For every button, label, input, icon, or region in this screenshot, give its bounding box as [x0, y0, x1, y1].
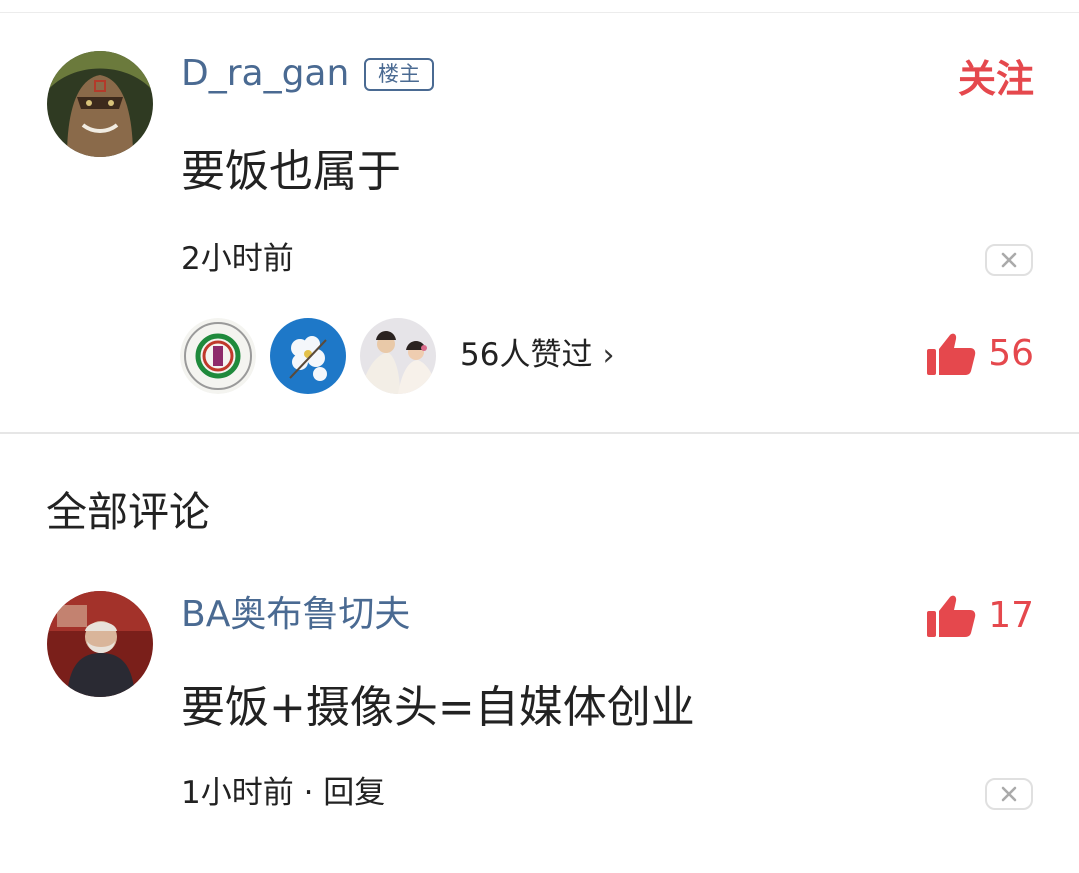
post-timestamp: 2小时前 [181, 241, 294, 277]
post-username[interactable]: D_ra_gan [181, 56, 349, 92]
thumbs-up-icon [927, 333, 976, 375]
comment-dismiss-button[interactable] [985, 778, 1033, 810]
liker-avatar[interactable] [270, 318, 346, 394]
avatar[interactable] [47, 51, 153, 157]
comment-avatar[interactable] [47, 591, 153, 697]
comment-content: 要饭+摄像头=自媒体创业 [181, 682, 695, 733]
post-like-button[interactable]: 56 [926, 332, 1034, 376]
chevron-right-icon: › [602, 338, 615, 373]
likes-summary-label: 56人赞过 [460, 337, 593, 373]
comment-like-button[interactable]: 17 [926, 594, 1034, 638]
liker-avatar[interactable] [180, 318, 256, 394]
thumbs-up-icon [927, 595, 976, 637]
comment-username[interactable]: BA奥布鲁切夫 [181, 597, 410, 633]
comments-section-title: 全部评论 [46, 488, 210, 536]
follow-button[interactable]: 关注 [958, 60, 1034, 98]
post-content: 要饭也属于 [181, 146, 401, 197]
likes-summary-link[interactable]: 56人赞过 › [460, 340, 614, 371]
post-like-count: 56 [988, 333, 1034, 374]
liker-avatar[interactable] [360, 318, 436, 394]
comment-like-count: 17 [988, 595, 1034, 636]
comment-timestamp-reply[interactable]: 1小时前 · 回复 [181, 778, 385, 809]
owner-badge: 楼主 [364, 58, 434, 91]
close-icon [1001, 252, 1017, 268]
section-divider [0, 432, 1079, 434]
dismiss-button[interactable] [985, 244, 1033, 276]
top-divider [0, 12, 1079, 13]
close-icon [1001, 786, 1017, 802]
